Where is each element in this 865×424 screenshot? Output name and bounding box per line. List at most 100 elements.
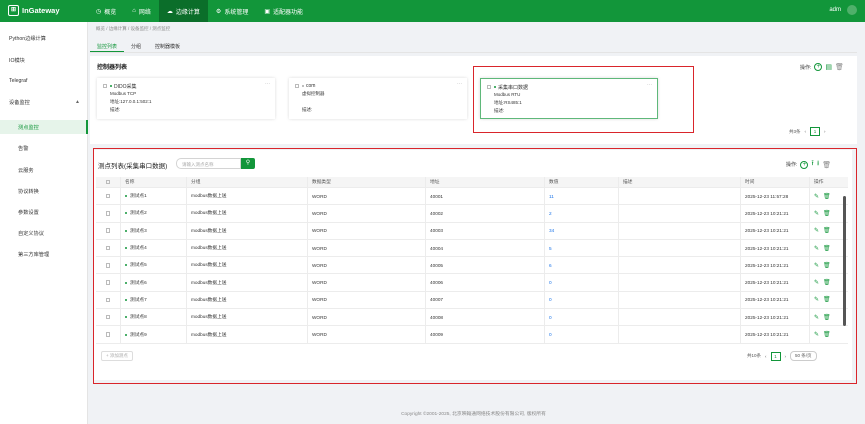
row-checkbox[interactable] — [105, 211, 111, 216]
point-type: WORD — [312, 280, 327, 286]
sidebar-item-point-monitor[interactable]: 测点监控 — [0, 120, 88, 134]
sidebar-item-telegraf[interactable]: Telegraf — [0, 75, 88, 87]
edit-icon[interactable]: ✎ — [814, 210, 819, 217]
point-address: 40008 — [430, 314, 444, 320]
nav-app[interactable]: ▣ 适配器功能 — [256, 0, 311, 22]
edit-icon[interactable]: ✎ — [814, 227, 819, 234]
edit-icon[interactable]: ✎ — [814, 245, 819, 252]
delete-icon[interactable]: 🗑 — [823, 245, 831, 252]
sidebar-item-third-party[interactable]: 第三方库管理 — [0, 248, 88, 260]
footer-copyright: Copyright ©2001-2025, 北京映翰通网络技术股份有限公司, 版… — [401, 412, 546, 417]
add-icon[interactable]: + — [814, 63, 823, 71]
controller-card[interactable]: DIDO采集 ··· Modbus TCP 地址:127.0.0.1:502:1… — [97, 78, 275, 119]
point-time: 2025-12-23 10:21:21 — [745, 210, 789, 216]
search-button[interactable]: ⚲ — [241, 158, 255, 169]
tab-group[interactable]: 分组 — [124, 41, 148, 52]
scrollbar[interactable] — [843, 196, 846, 326]
prev-page-icon[interactable]: ‹ — [805, 129, 807, 134]
point-group: modbus数据上送 — [191, 193, 227, 199]
row-checkbox[interactable] — [105, 332, 111, 337]
point-type: WORD — [312, 297, 327, 303]
delete-icon[interactable]: 🗑 — [823, 227, 831, 234]
edit-icon[interactable]: ✎ — [814, 296, 819, 303]
sidebar-item-custom[interactable]: 自定义协议 — [0, 227, 88, 239]
sidebar-item-cloud[interactable]: 云服务 — [0, 164, 88, 176]
row-checkbox[interactable] — [105, 228, 111, 233]
nav-edge-compute[interactable]: ☁ 边缘计算 — [158, 0, 208, 22]
sidebar-item-alarm[interactable]: 告警 — [0, 142, 88, 154]
sidebar-item-params[interactable]: 参数设置 — [0, 206, 88, 218]
point-value[interactable]: 0 — [549, 315, 552, 320]
point-address: 40005 — [430, 262, 444, 268]
page-number[interactable]: 1 — [770, 351, 781, 361]
upload-icon[interactable]: ⭱ — [811, 159, 813, 170]
sidebar-item-protocol[interactable]: 协议转换 — [0, 185, 88, 197]
point-value[interactable]: 11 — [549, 194, 554, 199]
point-address: 40006 — [430, 280, 444, 286]
sidebar-item-device-monitor[interactable]: 设备监控 ▲ — [0, 96, 88, 108]
sidebar-item-python[interactable]: Python边缘计算 — [0, 32, 88, 44]
edit-icon[interactable]: ✎ — [814, 193, 819, 200]
sidebar-item-io[interactable]: IO模块 — [0, 54, 88, 66]
prev-page-icon[interactable]: ‹ — [765, 354, 767, 359]
point-value[interactable]: 0 — [549, 297, 552, 302]
select-all-checkbox[interactable] — [105, 179, 111, 185]
status-dot — [125, 212, 127, 215]
tab-controller-template[interactable]: 控制器模板 — [148, 41, 187, 52]
edit-icon[interactable]: ✎ — [814, 314, 819, 321]
delete-icon[interactable]: 🗑 — [835, 63, 844, 71]
status-dot — [125, 195, 127, 198]
nav-network[interactable]: ⌂ 网络 — [124, 0, 159, 22]
nav-overview[interactable]: ◷ 概览 — [88, 0, 124, 22]
delete-icon[interactable]: 🗑 — [822, 161, 831, 169]
status-dot — [302, 85, 304, 87]
delete-icon[interactable]: 🗑 — [823, 314, 831, 321]
nav-system[interactable]: ⚙ 系统管理 — [208, 0, 256, 22]
point-value[interactable]: 5 — [549, 246, 552, 251]
edit-icon[interactable]: ✎ — [814, 331, 819, 338]
search-input[interactable]: 请输入测点名称 — [176, 158, 241, 169]
point-address: 40003 — [430, 228, 444, 234]
delete-icon[interactable]: 🗑 — [823, 331, 831, 338]
next-page-icon[interactable]: › — [824, 129, 826, 134]
point-value[interactable]: 0 — [549, 280, 552, 285]
download-icon[interactable]: ⭳ — [817, 159, 819, 170]
delete-icon[interactable]: 🗑 — [823, 193, 831, 200]
table-row: 测试点5 modbus数据上送 WORD 40005 6 2025-12-23 10:21… — [96, 257, 848, 275]
point-type: WORD — [312, 193, 327, 199]
tab-monitor-list[interactable]: 监控列表 — [90, 41, 125, 52]
point-type: WORD — [312, 262, 327, 268]
edit-icon[interactable]: ✎ — [814, 279, 819, 286]
save-icon[interactable]: ▤ — [825, 63, 832, 71]
row-checkbox[interactable] — [105, 314, 111, 320]
username[interactable]: adm — [829, 7, 841, 13]
row-checkbox[interactable] — [105, 193, 111, 199]
page-number[interactable]: 1 — [810, 127, 821, 136]
row-checkbox[interactable] — [105, 297, 111, 303]
more-icon[interactable]: ··· — [265, 81, 270, 87]
avatar[interactable] — [847, 5, 857, 15]
checkbox[interactable] — [295, 84, 299, 88]
network-icon: ⌂ — [132, 8, 136, 14]
checkbox[interactable] — [103, 84, 107, 88]
row-checkbox[interactable] — [105, 263, 111, 268]
breadcrumb: 概览 / 边缘计算 / 设备监控 / 测点监控 — [96, 26, 171, 31]
delete-icon[interactable]: 🗑 — [823, 279, 831, 286]
point-value[interactable]: 0 — [549, 332, 552, 337]
row-checkbox[interactable] — [105, 280, 111, 285]
edit-icon[interactable]: ✎ — [814, 262, 819, 269]
row-checkbox[interactable] — [105, 245, 111, 251]
point-value[interactable]: 34 — [549, 228, 554, 233]
more-icon[interactable]: ··· — [457, 81, 462, 87]
delete-icon[interactable]: 🗑 — [823, 210, 831, 217]
status-dot — [125, 298, 127, 301]
add-icon[interactable]: + — [800, 160, 809, 169]
controller-card[interactable]: com ··· 虚拟控制器 描述: — [289, 78, 467, 119]
page-size-select[interactable]: 50 条/页 — [790, 351, 817, 361]
next-page-icon[interactable]: › — [785, 354, 787, 359]
delete-icon[interactable]: 🗑 — [823, 262, 831, 269]
point-value[interactable]: 2 — [549, 211, 552, 216]
add-point-button[interactable]: + 添加测点 — [101, 351, 133, 361]
point-value[interactable]: 6 — [549, 263, 552, 268]
delete-icon[interactable]: 🗑 — [823, 296, 831, 303]
